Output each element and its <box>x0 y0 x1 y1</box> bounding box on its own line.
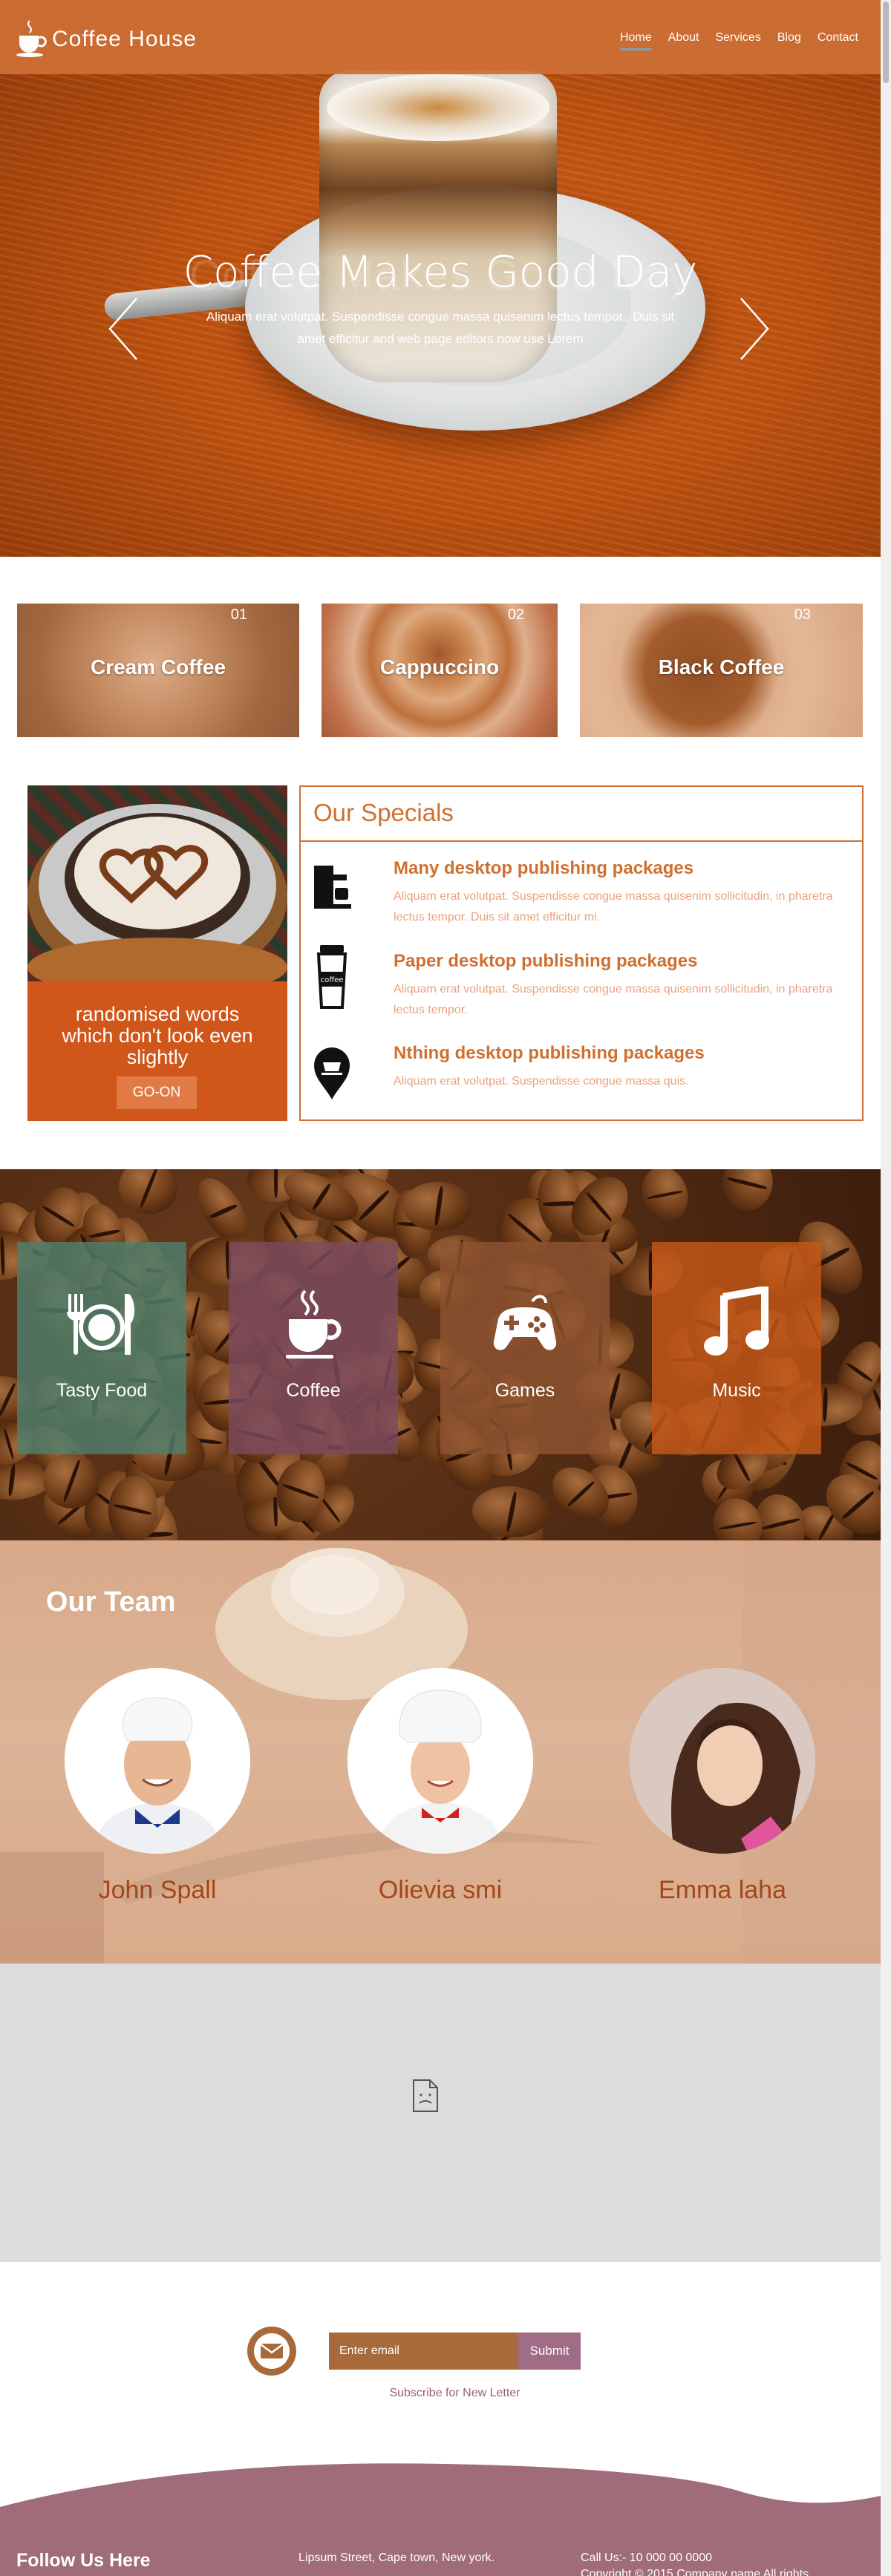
service-label: Games <box>495 1380 555 1401</box>
card-label: Cream Coffee <box>90 656 226 679</box>
gamepad-icon <box>493 1295 557 1350</box>
broken-document-icon <box>413 2079 438 2112</box>
chevron-right-icon[interactable] <box>735 295 772 362</box>
member-name: Olievia smi <box>378 1876 503 1904</box>
team-member: John Spall <box>65 1668 250 1905</box>
card-label: Cappuccino <box>379 656 500 679</box>
location-pin-icon <box>314 1047 350 1099</box>
coffee-card-cream[interactable]: 01 Cream Coffee <box>17 604 299 737</box>
special-title[interactable]: Paper desktop publishing packages <box>394 951 697 972</box>
special-item: Nthing desktop publishing packages Aliqu… <box>301 1030 862 1119</box>
steaming-cup-icon <box>286 1289 342 1359</box>
member-name: John Spall <box>98 1876 217 1904</box>
brand-name[interactable]: Coffee House <box>52 27 197 52</box>
card-number: 02 <box>507 607 524 623</box>
latte-art-image <box>27 785 287 981</box>
hero-subtitle: Aliquam erat volutpat. Suspendisse congu… <box>206 310 675 346</box>
avatar[interactable] <box>347 1668 533 1854</box>
coffee-bean <box>719 1169 776 1214</box>
nav-home[interactable]: Home <box>619 31 652 50</box>
coffee-bean <box>402 1181 473 1232</box>
special-text: Aliquam erat volutpat. Suspendisse congu… <box>394 890 833 923</box>
scrollbar-thumb[interactable] <box>883 1 889 83</box>
newsletter-label: Subscribe for New Letter <box>389 2387 520 2399</box>
footer: Follow Us Here Lipsum Street, Cape town,… <box>0 2448 881 2576</box>
avatar[interactable] <box>65 1668 250 1854</box>
special-item: coffee Paper desktop publishing packages… <box>301 938 862 1027</box>
woman-avatar-image <box>630 1668 815 1854</box>
nav-contact[interactable]: Contact <box>817 31 858 50</box>
main-menu: Home About Services Blog Contact <box>619 31 858 50</box>
team-title: Our Team <box>46 1586 176 1618</box>
specials-title: Our Specials <box>313 799 454 826</box>
nav-services[interactable]: Services <box>715 31 760 50</box>
fork-plate-knife-icon <box>67 1294 135 1355</box>
go-on-button[interactable]: GO-ON <box>117 1076 197 1109</box>
coffee-cards: 01 Cream Coffee 02 Cappuccino 03 Black C… <box>0 604 881 737</box>
page: Coffee House Home About Services Blog Co… <box>0 0 881 2576</box>
team-section: Our Team John Spall Olievia smi Emma lah… <box>0 1540 881 1964</box>
svg-text:coffee: coffee <box>321 976 344 984</box>
vertical-scrollbar[interactable] <box>881 0 891 2576</box>
coffee-bean <box>633 1169 696 1229</box>
coffee-foam <box>327 74 549 141</box>
chef-avatar-image <box>347 1668 533 1854</box>
special-text: Aliquam erat volutpat. Suspendisse congu… <box>394 983 833 1016</box>
services-section: Tasty Food Coffee Games Music <box>0 1169 881 1540</box>
map-placeholder <box>0 1964 881 2262</box>
team-member: Emma laha <box>630 1668 815 1905</box>
coffee-card-black[interactable]: 03 Black Coffee <box>580 604 863 737</box>
special-item: Many desktop publishing packages Aliquam… <box>301 845 862 934</box>
coffee-cup-logo-icon <box>16 20 47 57</box>
service-games[interactable]: Games <box>440 1242 610 1454</box>
member-name: Emma laha <box>659 1876 786 1904</box>
special-title[interactable]: Many desktop publishing packages <box>394 858 693 879</box>
nav-blog[interactable]: Blog <box>777 31 801 50</box>
promo-body: randomised words which don't look even s… <box>27 981 287 1121</box>
top-navbar: Coffee House Home About Services Blog Co… <box>0 0 881 74</box>
service-label: Coffee <box>286 1380 341 1401</box>
hero-slider: Coffee House Home About Services Blog Co… <box>0 0 881 557</box>
chevron-left-icon[interactable] <box>105 295 143 362</box>
mail-icon <box>247 2327 296 2376</box>
footer-address: Lipsum Street, Cape town, New york. <box>298 2552 495 2564</box>
hero-title: Coffee Makes Good Day <box>183 246 698 297</box>
email-input[interactable] <box>329 2333 518 2370</box>
special-title[interactable]: Nthing desktop publishing packages <box>394 1043 705 1064</box>
coffee-cup-icon: coffee <box>316 945 347 1009</box>
special-text: Aliquam erat volutpat. Suspendisse congu… <box>394 1075 689 1088</box>
coffee-bean <box>113 1169 183 1220</box>
service-label: Tasty Food <box>56 1380 148 1401</box>
music-note-icon <box>704 1285 769 1356</box>
card-number: 01 <box>230 607 247 623</box>
chef-avatar-image <box>65 1668 250 1854</box>
follow-us-heading: Follow Us Here <box>16 2550 151 2571</box>
promo-text: randomised words which don't look even s… <box>62 1003 253 1068</box>
our-specials-panel: Our Specials Many desktop publishing pac… <box>299 785 864 1121</box>
promo-box: randomised words which don't look even s… <box>27 785 287 1121</box>
avatar[interactable] <box>630 1668 815 1854</box>
latte-art-drawing <box>27 804 287 981</box>
specials-header: Our Specials <box>301 787 862 842</box>
nav-about[interactable]: About <box>668 31 699 50</box>
service-label: Music <box>712 1380 761 1401</box>
envelope-icon <box>260 2343 284 2358</box>
service-tasty-food[interactable]: Tasty Food <box>17 1242 186 1454</box>
coffee-card-cappuccino[interactable]: 02 Cappuccino <box>322 604 558 737</box>
card-label: Black Coffee <box>658 656 785 679</box>
coffee-machine-icon <box>314 866 351 909</box>
service-music[interactable]: Music <box>652 1242 821 1454</box>
card-number: 03 <box>794 607 811 623</box>
newsletter-section: Submit Subscribe for New Letter <box>0 2262 881 2448</box>
footer-copyright: Copyright © 2015 Company name All rights <box>581 2568 809 2576</box>
footer-phone: Call Us:- 10 000 00 0000 <box>581 2552 712 2564</box>
team-member: Olievia smi <box>347 1668 533 1905</box>
submit-button[interactable]: Submit <box>518 2333 581 2370</box>
service-coffee[interactable]: Coffee <box>229 1242 398 1454</box>
